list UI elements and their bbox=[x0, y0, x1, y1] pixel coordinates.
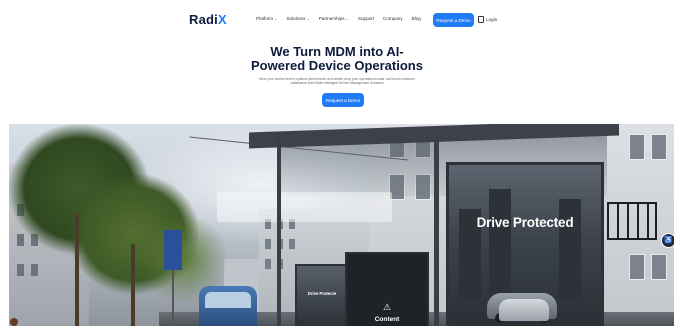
menu-item-platform[interactable]: Platform ⌄ bbox=[256, 16, 277, 21]
hero-subtitle: Drive your device fleet to optimal perfo… bbox=[259, 77, 415, 86]
radix-logo[interactable]: RadiX bbox=[189, 12, 227, 27]
banner-pole bbox=[172, 270, 174, 326]
menu-item-solutions[interactable]: Solutions ⌄ bbox=[286, 16, 309, 21]
tram-window bbox=[205, 292, 251, 308]
shelter-post bbox=[277, 138, 281, 326]
login-icon bbox=[478, 16, 484, 23]
login-label: Login bbox=[486, 17, 498, 22]
logo-accent: X bbox=[217, 12, 227, 27]
menu-item-support[interactable]: Support bbox=[358, 16, 374, 21]
corner-badge bbox=[10, 318, 18, 326]
ad-panel-content: ⚠ Content bbox=[345, 252, 429, 326]
ad-panel-small: Drive Protecte bbox=[295, 264, 349, 326]
accessibility-icon[interactable]: ♿ bbox=[661, 233, 674, 248]
main-menu: Platform ⌄ Solutions ⌄ Partnerships ⌄ Suppo… bbox=[256, 16, 421, 21]
hero-title: We Turn MDM into AI- Powered Device Oper… bbox=[0, 45, 674, 73]
hero-image: Drive Protecte ⚠ Content Drive Protected bbox=[9, 124, 674, 326]
shelter-glass-panel bbox=[217, 192, 392, 222]
parked-car bbox=[499, 299, 549, 321]
tree-trunk bbox=[75, 214, 79, 326]
menu-item-label: Platform bbox=[256, 16, 274, 21]
page: RadiX Platform ⌄ Solutions ⌄ Partnerships ⌄… bbox=[0, 0, 674, 326]
shelter-post bbox=[434, 138, 439, 326]
hero-title-line2: Powered Device Operations bbox=[251, 58, 423, 73]
login-link[interactable]: Login bbox=[478, 16, 497, 23]
ad-panel-large-text: Drive Protected bbox=[476, 215, 574, 230]
menu-item-blog[interactable]: Blog bbox=[412, 16, 421, 21]
request-demo-button-nav[interactable]: Request a Demo bbox=[433, 13, 474, 27]
menu-item-label: Partnerships bbox=[318, 16, 345, 21]
menu-item-partnerships[interactable]: Partnerships ⌄ bbox=[319, 16, 349, 21]
chevron-down-icon: ⌄ bbox=[345, 16, 349, 21]
menu-item-company[interactable]: Company bbox=[383, 16, 403, 21]
street-banner bbox=[164, 230, 182, 270]
menu-item-label: Company bbox=[382, 16, 403, 21]
menu-item-label: Blog bbox=[411, 16, 421, 21]
chevron-down-icon: ⌄ bbox=[306, 16, 310, 21]
ad-panel-small-text: Drive Protecte bbox=[307, 291, 337, 296]
warning-icon: ⚠ bbox=[382, 302, 392, 312]
logo-text: Radi bbox=[189, 12, 218, 27]
content-label: Content bbox=[374, 316, 400, 323]
tram bbox=[199, 286, 257, 326]
hero-title-line1: We Turn MDM into AI- bbox=[270, 44, 404, 59]
top-navbar: RadiX Platform ⌄ Solutions ⌄ Partnerships ⌄… bbox=[0, 0, 674, 38]
chevron-down-icon: ⌄ bbox=[274, 16, 278, 21]
request-demo-button-hero[interactable]: Request a Demo bbox=[322, 93, 364, 107]
balcony-railing bbox=[607, 202, 657, 240]
tree-trunk bbox=[131, 244, 135, 326]
menu-item-label: Solutions bbox=[286, 16, 306, 21]
menu-item-label: Support bbox=[357, 16, 374, 21]
